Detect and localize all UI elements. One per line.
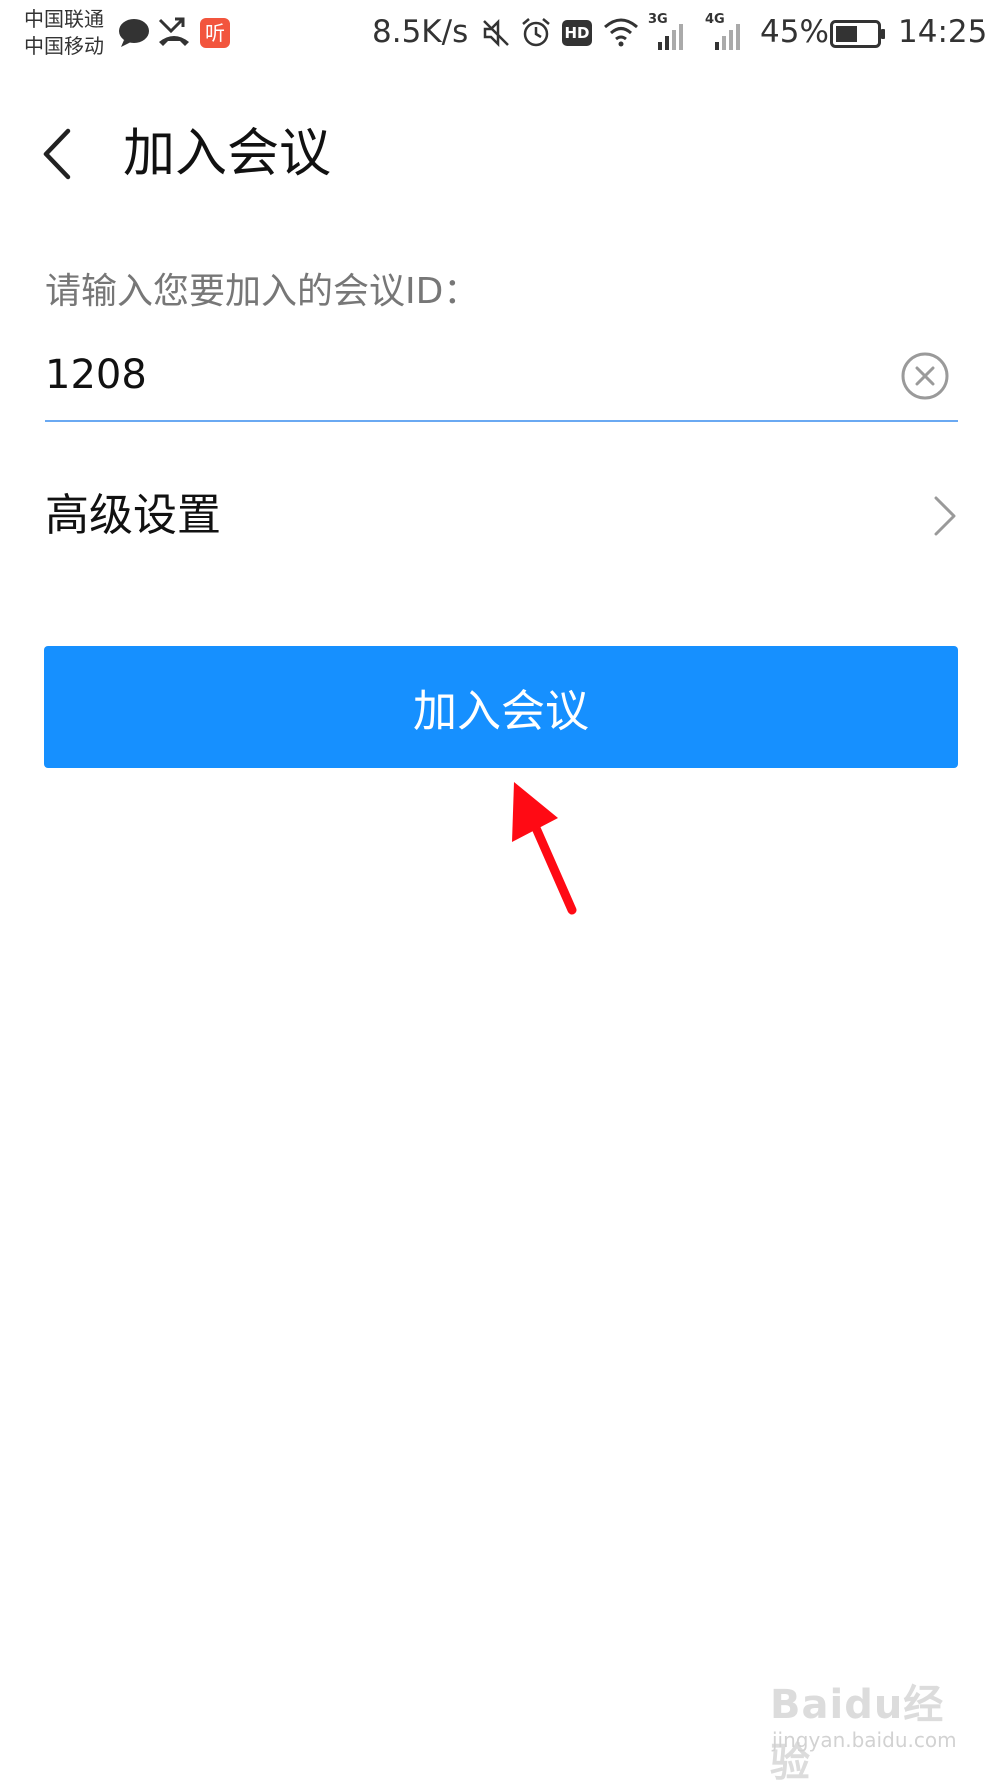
annotation-arrow-icon	[512, 782, 577, 915]
chevron-left-icon	[43, 128, 71, 180]
hd-badge-text: HD	[564, 24, 590, 42]
listen-app-badge-text: 听	[205, 21, 225, 45]
missed-call-icon	[158, 17, 189, 46]
chat-bubble-icon	[119, 19, 149, 47]
meeting-id-input[interactable]	[45, 344, 875, 406]
listen-app-icon: 听	[200, 18, 230, 48]
battery-icon	[830, 20, 885, 48]
page-title: 加入会议	[123, 124, 332, 184]
wifi-icon	[604, 18, 638, 47]
join-meeting-button[interactable]: 加入会议	[44, 646, 958, 768]
carrier-1: 中国联通	[24, 7, 104, 31]
meeting-id-label: 请输入您要加入的会议ID：	[45, 271, 480, 312]
watermark-url: jingyan.baidu.com	[772, 1728, 957, 1752]
watermark: Baidu经验 jingyan.baidu.com	[760, 1672, 960, 1786]
status-bar: 中国联通 中国移动 听 8.5K/s HD 3G 4G 45% 14:25	[0, 0, 1000, 70]
clock: 14:25	[898, 14, 988, 50]
clear-input-button[interactable]	[900, 351, 950, 401]
advanced-settings-row[interactable]: 高级设置	[45, 480, 958, 550]
input-underline	[45, 420, 958, 422]
back-button[interactable]	[30, 118, 90, 188]
carrier-2: 中国移动	[24, 34, 104, 58]
mute-icon	[483, 18, 509, 48]
hd-icon: HD	[562, 20, 592, 46]
network-speed: 8.5K/s	[372, 14, 469, 50]
chevron-right-icon	[934, 496, 956, 536]
carrier-names: 中国联通 中国移动	[24, 6, 104, 60]
clear-circle-icon	[901, 352, 949, 400]
advanced-settings-label: 高级设置	[45, 490, 221, 541]
battery-percent: 45%	[760, 14, 829, 50]
alarm-icon	[522, 18, 550, 47]
